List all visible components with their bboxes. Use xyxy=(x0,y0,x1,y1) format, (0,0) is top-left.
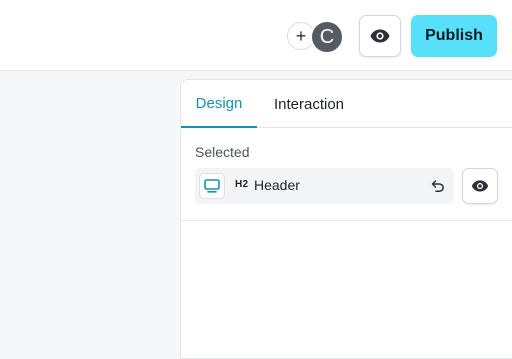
tab-interaction[interactable]: Interaction xyxy=(257,80,361,128)
element-name: Header xyxy=(254,177,300,193)
selected-section-label: Selected xyxy=(195,144,250,160)
eye-icon xyxy=(471,180,489,192)
panel-tabs: Design Interaction xyxy=(181,80,512,128)
section-divider xyxy=(181,220,512,221)
selected-element-row[interactable]: H2 Header xyxy=(195,168,454,204)
avatar[interactable]: C xyxy=(310,20,344,54)
properties-panel: Design Interaction Selected H2 Header xyxy=(180,79,512,359)
tab-design[interactable]: Design xyxy=(181,80,257,128)
element-tag: H2 xyxy=(235,179,249,190)
publish-button[interactable]: Publish xyxy=(411,15,497,57)
preview-button[interactable] xyxy=(359,15,401,57)
toggle-visibility-button[interactable] xyxy=(462,168,498,204)
plus-icon: + xyxy=(295,26,307,46)
undo-icon[interactable] xyxy=(429,177,447,195)
monitor-icon xyxy=(199,173,225,199)
avatar-initial: C xyxy=(319,25,335,48)
eye-icon xyxy=(370,29,390,43)
collaborator-presence: + C xyxy=(287,19,347,54)
top-toolbar: + C Publish xyxy=(0,0,512,71)
